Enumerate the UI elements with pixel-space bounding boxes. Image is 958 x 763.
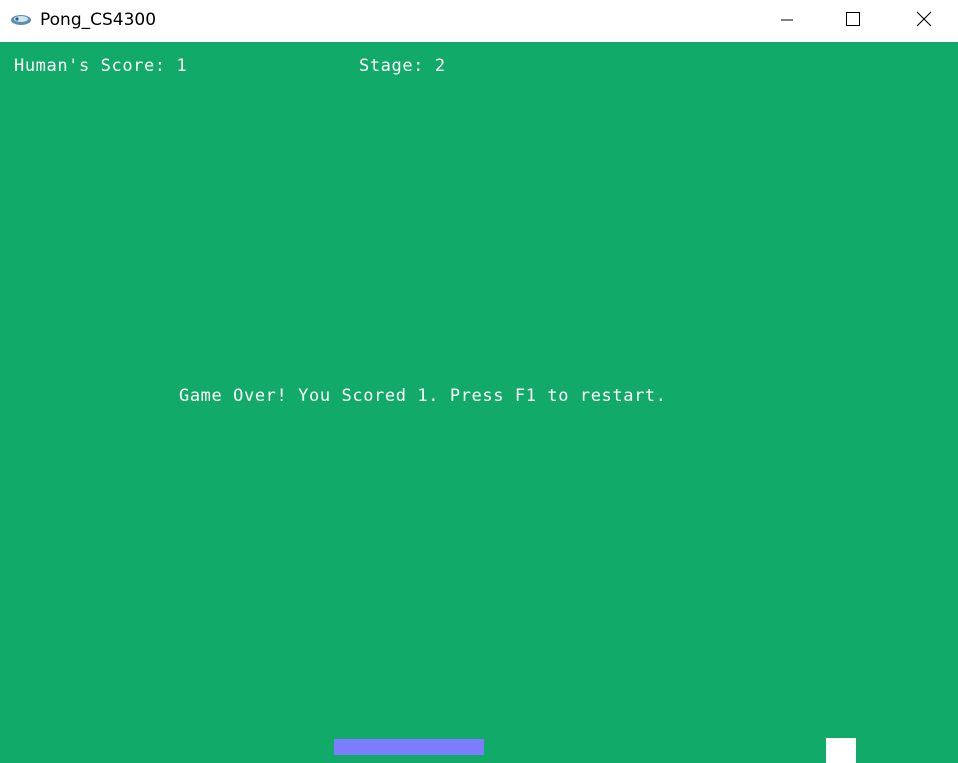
- minimize-button[interactable]: [764, 0, 810, 38]
- maximize-button[interactable]: [830, 0, 876, 38]
- score-label: Human's Score: 1: [14, 56, 188, 76]
- player-paddle: [334, 739, 484, 755]
- title-bar[interactable]: Pong_CS4300: [0, 0, 958, 42]
- stage-label: Stage: 2: [359, 56, 446, 76]
- ball: [826, 738, 856, 763]
- window-title: Pong_CS4300: [40, 10, 157, 30]
- app-logo-icon: [11, 15, 31, 25]
- close-button[interactable]: [901, 0, 947, 38]
- close-icon: [916, 11, 932, 27]
- minimize-icon: [781, 19, 793, 21]
- game-over-message: Game Over! You Scored 1. Press F1 to res…: [179, 386, 667, 406]
- game-canvas[interactable]: Human's Score: 1 Stage: 2 Game Over! You…: [0, 42, 958, 763]
- game-window: Pong_CS4300 Human's Score: 1 Stage: 2 Ga…: [0, 0, 958, 763]
- maximize-icon: [846, 12, 860, 26]
